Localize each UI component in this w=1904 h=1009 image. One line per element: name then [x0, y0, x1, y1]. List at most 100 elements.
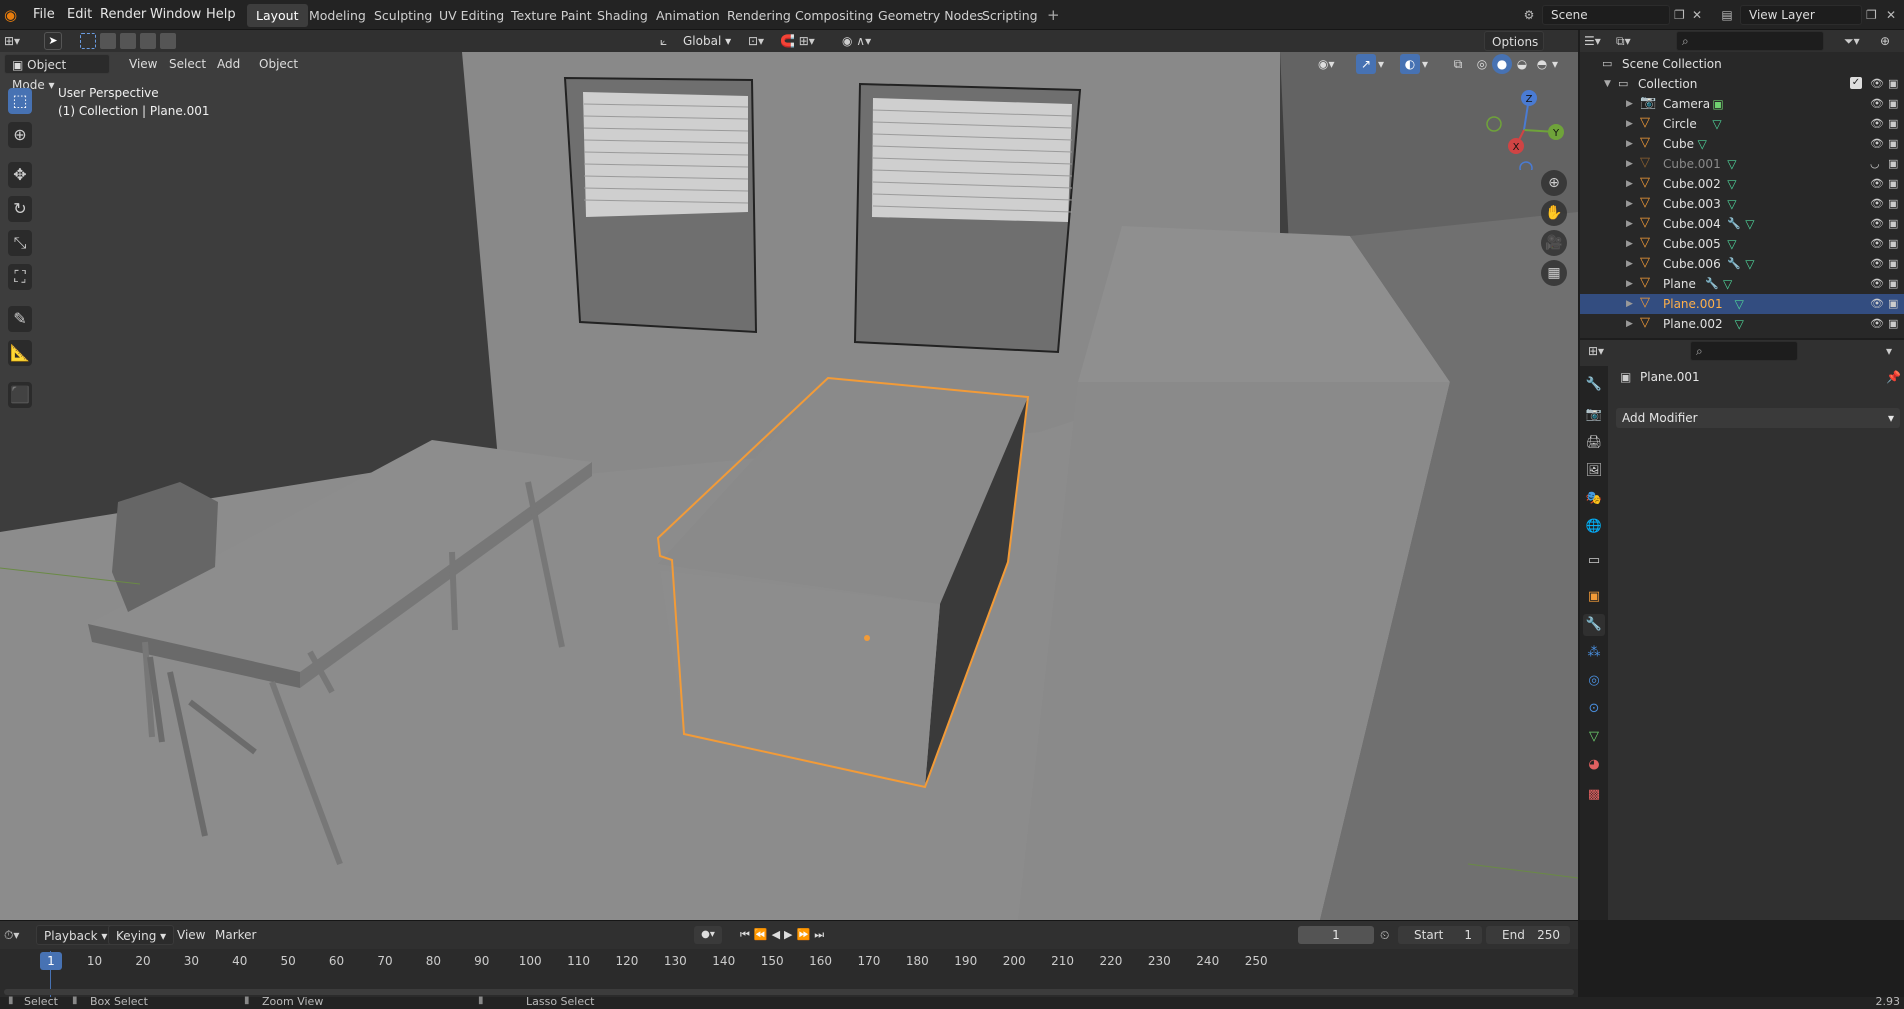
- clock-icon[interactable]: ⏲: [1380, 926, 1389, 944]
- transform-orientation-dropdown[interactable]: Global ▾: [676, 31, 742, 51]
- particles-tab-icon[interactable]: ⁂: [1583, 642, 1605, 664]
- pin-icon[interactable]: 📌: [1886, 370, 1901, 384]
- move-tool-icon[interactable]: ✥: [8, 162, 32, 188]
- material-tab-icon[interactable]: ◕: [1583, 754, 1605, 776]
- outliner-item-row[interactable]: ▶ ▽ Cube.005 ▽ 👁 ▣: [1580, 234, 1904, 254]
- menu-help[interactable]: Help: [199, 5, 243, 25]
- expand-icon[interactable]: ▶: [1626, 314, 1633, 334]
- expand-icon[interactable]: ▼: [1604, 74, 1611, 94]
- proportional-edit-icon[interactable]: ◉ ∧▾: [842, 31, 892, 51]
- zoom-icon[interactable]: ⊕: [1541, 170, 1567, 196]
- ortho-grid-icon[interactable]: ▦: [1541, 260, 1567, 286]
- tab-compositing[interactable]: Compositing: [786, 4, 882, 27]
- expand-icon[interactable]: ▶: [1626, 114, 1633, 134]
- timeline-scrollbar[interactable]: [4, 989, 1574, 995]
- data-tab-icon[interactable]: ▽: [1583, 726, 1605, 748]
- measure-tool-icon[interactable]: 📐: [8, 340, 32, 366]
- modifier-icon[interactable]: 🔧: [1727, 254, 1741, 274]
- menu-select[interactable]: Select: [162, 54, 213, 74]
- outliner-item-row[interactable]: ▶ ▽ Plane 🔧 ▽ 👁 ▣: [1580, 274, 1904, 294]
- outliner-item-row[interactable]: ▶ ▽ Plane.001 ▽ 👁 ▣: [1580, 294, 1904, 314]
- expand-icon[interactable]: ▶: [1626, 134, 1633, 154]
- editor-type-icon[interactable]: ⊞▾: [4, 32, 30, 50]
- eye-icon[interactable]: 👁: [1870, 254, 1884, 274]
- render-camera-icon[interactable]: ▣: [1888, 214, 1898, 234]
- keying-dropdown[interactable]: Keying ▾: [108, 925, 175, 945]
- modifier-icon[interactable]: 🔧: [1727, 214, 1741, 234]
- output-tab-icon[interactable]: 🖨: [1583, 432, 1605, 454]
- mesh-data-icon[interactable]: ▽: [1745, 214, 1754, 234]
- render-camera-icon[interactable]: ▣: [1888, 294, 1898, 314]
- scene-icon[interactable]: ⚙: [1518, 5, 1540, 25]
- render-camera-icon[interactable]: ▣: [1888, 274, 1898, 294]
- outliner-item-row[interactable]: ▶ ▽ Cube.003 ▽ 👁 ▣: [1580, 194, 1904, 214]
- eye-icon[interactable]: 👁: [1870, 214, 1884, 234]
- expand-icon[interactable]: ▶: [1626, 274, 1633, 294]
- view-layer-tab-icon[interactable]: 🖼: [1583, 460, 1605, 482]
- close-layer-icon[interactable]: ✕: [1886, 5, 1902, 25]
- navigation-gizmo[interactable]: Z Y X: [1484, 90, 1564, 170]
- eye-icon[interactable]: 👁: [1870, 314, 1884, 334]
- material-shading-icon[interactable]: ◒: [1512, 54, 1532, 74]
- outliner-editor-icon[interactable]: ☰▾: [1584, 32, 1610, 50]
- blender-logo-icon[interactable]: ◉: [4, 6, 22, 24]
- menu-view[interactable]: View: [122, 54, 164, 74]
- pan-hand-icon[interactable]: ✋: [1541, 200, 1567, 226]
- tab-uv-editing[interactable]: UV Editing: [430, 4, 513, 27]
- outliner-item-row[interactable]: ▶ ▽ Cube.002 ▽ 👁 ▣: [1580, 174, 1904, 194]
- display-mode-icon[interactable]: ⧉▾: [1616, 32, 1642, 50]
- eye-icon[interactable]: 👁: [1870, 134, 1884, 154]
- collection-tab-icon[interactable]: ▭: [1583, 550, 1605, 572]
- gizmo-dropdown-icon[interactable]: ▾: [1378, 54, 1392, 74]
- view-layer-icon[interactable]: ▤: [1716, 5, 1738, 25]
- expand-icon[interactable]: ▶: [1626, 154, 1633, 174]
- eye-icon[interactable]: 👁: [1870, 194, 1884, 214]
- expand-icon[interactable]: ▶: [1626, 94, 1633, 114]
- new-collection-icon[interactable]: ⊕: [1880, 32, 1900, 50]
- select-extend-icon[interactable]: [100, 33, 116, 49]
- add-workspace-button[interactable]: +: [1038, 4, 1069, 27]
- rotate-tool-icon[interactable]: ↻: [8, 196, 32, 222]
- record-icon[interactable]: ●▾: [694, 926, 722, 944]
- timeline-editor-icon[interactable]: ⏱▾: [4, 925, 30, 945]
- physics-tab-icon[interactable]: ◎: [1583, 670, 1605, 692]
- options-button[interactable]: Options ▾: [1484, 31, 1544, 69]
- mesh-data-icon[interactable]: ▽: [1698, 134, 1707, 154]
- gizmo-toggle-icon[interactable]: ↗: [1356, 54, 1376, 74]
- cursor-tool-icon[interactable]: ⊕: [8, 122, 32, 148]
- outliner-search-input[interactable]: [1676, 31, 1824, 51]
- world-tab-icon[interactable]: 🌐: [1583, 516, 1605, 538]
- eye-icon[interactable]: 👁: [1870, 114, 1884, 134]
- playhead[interactable]: 1: [40, 952, 62, 970]
- add-cube-tool-icon[interactable]: ⬛: [8, 382, 32, 408]
- mesh-data-icon[interactable]: ▽: [1745, 254, 1754, 274]
- mesh-data-icon[interactable]: ▽: [1735, 314, 1744, 334]
- visibility-icon[interactable]: ◉▾: [1318, 54, 1350, 74]
- render-camera-icon[interactable]: ▣: [1888, 234, 1898, 254]
- mesh-data-icon[interactable]: ▽: [1727, 154, 1736, 174]
- solid-shading-icon[interactable]: ●: [1492, 54, 1512, 74]
- overlay-dropdown-icon[interactable]: ▾: [1422, 54, 1436, 74]
- playback-dropdown[interactable]: Playback ▾: [36, 925, 116, 945]
- render-camera-icon[interactable]: ▣: [1888, 314, 1898, 334]
- mesh-data-icon[interactable]: ▽: [1712, 114, 1721, 134]
- properties-editor-icon[interactable]: ⊞▾: [1588, 342, 1614, 360]
- outliner-item-row[interactable]: ▶ ▽ Cube.001 ▽ ◡ ▣: [1580, 154, 1904, 174]
- render-camera-icon[interactable]: ▣: [1888, 254, 1898, 274]
- filter-icon[interactable]: ⏷▾: [1844, 32, 1872, 50]
- timeline-view-menu[interactable]: View: [170, 925, 212, 945]
- 3d-viewport[interactable]: ▣ Object Mode ▾ View Select Add Object ◉…: [0, 52, 1578, 920]
- tab-scripting[interactable]: Scripting: [973, 4, 1047, 27]
- select-box-tool[interactable]: ⬚: [8, 88, 32, 114]
- tab-modeling[interactable]: Modeling: [300, 4, 375, 27]
- mesh-data-icon[interactable]: ▽: [1727, 174, 1736, 194]
- mode-dropdown[interactable]: ▣ Object Mode ▾: [4, 54, 110, 92]
- render-tab-icon[interactable]: 📷: [1583, 404, 1605, 426]
- collection-row[interactable]: ▼ ▭ Collection ✓ 👁 ▣: [1580, 74, 1904, 94]
- expand-icon[interactable]: ▶: [1626, 234, 1633, 254]
- eye-icon[interactable]: 👁: [1870, 294, 1884, 314]
- properties-search-input[interactable]: [1690, 341, 1798, 361]
- scale-tool-icon[interactable]: ⤡: [8, 230, 32, 256]
- current-frame-field[interactable]: 1: [1298, 926, 1374, 944]
- checkbox-icon[interactable]: ✓: [1850, 77, 1862, 89]
